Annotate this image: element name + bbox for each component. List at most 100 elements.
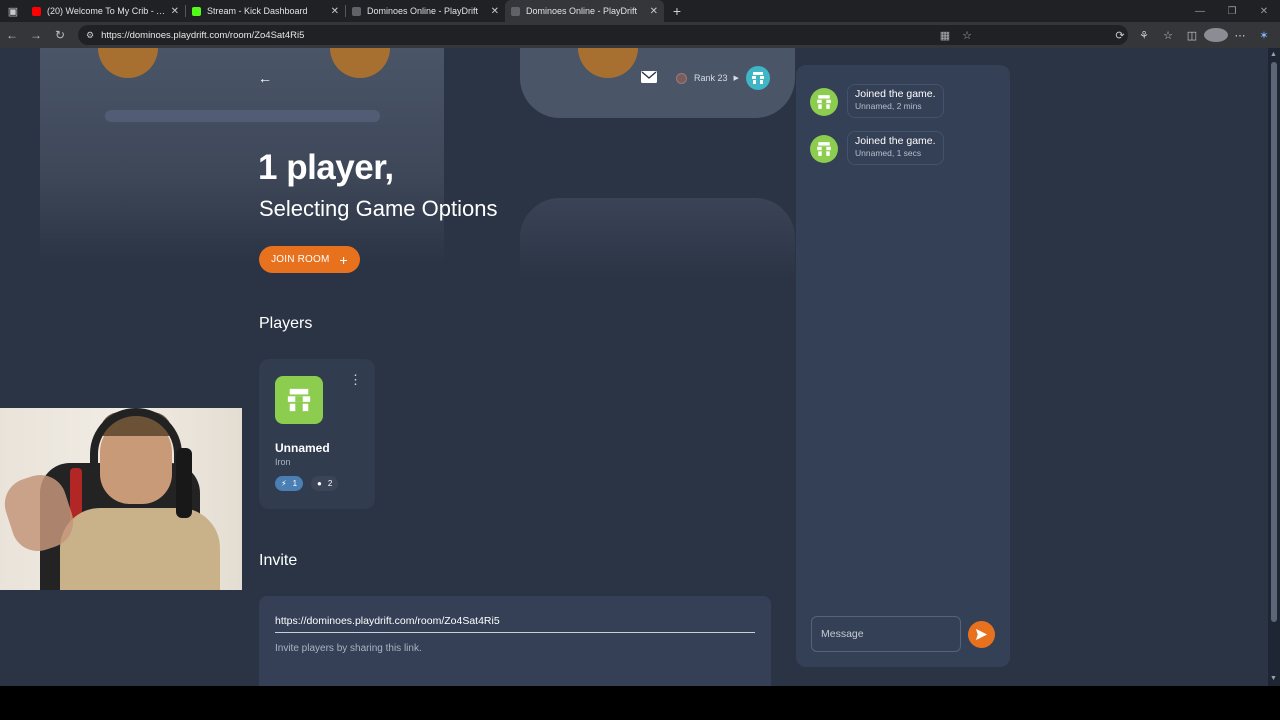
pixel-avatar-icon bbox=[752, 72, 764, 84]
invite-helper-text: Invite players by sharing this link. bbox=[275, 643, 422, 654]
app-available-icon[interactable]: ▦ bbox=[934, 29, 956, 42]
games-count: 2 bbox=[327, 479, 333, 488]
message-bubble: Joined the game. Unnamed, 1 secs bbox=[847, 131, 944, 165]
reload-icon[interactable]: ↻ bbox=[48, 22, 72, 48]
playdrift-favicon-icon bbox=[352, 6, 361, 16]
page-scrollbar[interactable]: ▲ ▼ bbox=[1268, 48, 1280, 686]
rank-label: Rank 23 bbox=[694, 73, 728, 83]
browser-tab-youtube[interactable]: (20) Welcome To My Crib - YouTube ✕ bbox=[26, 0, 185, 22]
invite-link-field[interactable]: https://dominoes.playdrift.com/room/Zo4S… bbox=[275, 615, 755, 633]
invite-heading: Invite bbox=[259, 552, 298, 569]
extensions-icon[interactable]: ⚘ bbox=[1132, 29, 1156, 42]
tab-title: Dominoes Online - PlayDrift bbox=[367, 6, 479, 16]
message-avatar bbox=[810, 88, 838, 116]
player-tier: Iron bbox=[275, 457, 291, 467]
message-avatar bbox=[810, 135, 838, 163]
letterbox-bar bbox=[0, 686, 1280, 720]
player-card[interactable]: ⋮ Unnamed Iron ⚡︎ 1 ● 2 bbox=[259, 359, 375, 509]
browser-tab-kick[interactable]: Stream - Kick Dashboard ✕ bbox=[186, 0, 345, 22]
gamepad-icon: ● bbox=[317, 479, 322, 488]
close-tab-icon[interactable]: ✕ bbox=[491, 6, 499, 17]
page-title: 1 player, bbox=[258, 148, 394, 187]
player-avatar bbox=[275, 376, 323, 424]
message-text: Joined the game. bbox=[855, 135, 936, 147]
scroll-down-icon[interactable]: ▼ bbox=[1270, 675, 1277, 682]
tab-actions-icon[interactable]: ▣ bbox=[0, 0, 26, 22]
tab-title: Dominoes Online - PlayDrift bbox=[526, 6, 638, 16]
mail-icon[interactable] bbox=[641, 71, 657, 83]
send-button[interactable] bbox=[968, 621, 995, 648]
chat-message: Joined the game. Unnamed, 2 mins bbox=[810, 84, 1000, 118]
browser-toolbar-actions: ⟳ ⚘ ☆ ◫ ⋯ ✶ bbox=[1108, 22, 1276, 48]
favorite-star-icon[interactable]: ☆ bbox=[956, 29, 978, 42]
rank-badge-icon bbox=[676, 72, 687, 84]
bolt-icon: ⚡︎ bbox=[281, 479, 287, 488]
forward-nav-icon[interactable]: → bbox=[24, 22, 48, 48]
join-room-button[interactable]: JOIN ROOM + bbox=[259, 246, 360, 273]
new-tab-icon[interactable]: + bbox=[664, 0, 690, 22]
back-nav-icon[interactable]: ← bbox=[0, 22, 24, 48]
pixel-avatar-icon bbox=[287, 388, 311, 412]
omnibox-actions: ▦ ☆ bbox=[934, 29, 978, 42]
close-tab-icon[interactable]: ✕ bbox=[171, 6, 179, 17]
chat-message: Joined the game. Unnamed, 1 secs bbox=[810, 131, 1000, 165]
restore-icon[interactable]: ❐ bbox=[1216, 0, 1248, 22]
favorites-icon[interactable]: ☆ bbox=[1156, 29, 1180, 42]
background-decoration bbox=[520, 198, 795, 278]
plus-icon: + bbox=[339, 251, 348, 268]
kick-favicon-icon bbox=[192, 6, 201, 16]
caret-right-icon: ▶ bbox=[733, 75, 739, 82]
close-tab-icon[interactable]: ✕ bbox=[650, 6, 658, 17]
webcam-microphone bbox=[176, 448, 192, 518]
join-room-label: JOIN ROOM bbox=[271, 254, 330, 265]
copilot-icon[interactable]: ✶ bbox=[1252, 29, 1276, 42]
player-name: Unnamed bbox=[275, 441, 330, 455]
message-meta: Unnamed, 2 mins bbox=[855, 101, 922, 111]
players-heading: Players bbox=[259, 315, 313, 332]
browser-tab-playdrift-active[interactable]: Dominoes Online - PlayDrift ✕ bbox=[505, 0, 664, 22]
games-stat-badge: ● 2 bbox=[311, 476, 339, 491]
user-avatar[interactable] bbox=[746, 66, 770, 90]
player-menu-kebab-icon[interactable]: ⋮ bbox=[349, 373, 362, 386]
window-controls: — ❐ ✕ bbox=[1184, 0, 1280, 22]
webcam-overlay bbox=[0, 408, 242, 590]
webcam-shirt bbox=[60, 508, 220, 590]
browser-tab-playdrift[interactable]: Dominoes Online - PlayDrift ✕ bbox=[346, 0, 505, 22]
refresh-extension-icon[interactable]: ⟳ bbox=[1108, 29, 1132, 42]
screen: ▣ (20) Welcome To My Crib - YouTube ✕ St… bbox=[0, 0, 1280, 720]
scrollbar-thumb[interactable] bbox=[1271, 62, 1277, 622]
back-arrow-icon[interactable]: ← bbox=[258, 70, 272, 86]
bolt-stat-badge: ⚡︎ 1 bbox=[275, 476, 304, 491]
message-meta: Unnamed, 1 secs bbox=[855, 148, 922, 158]
close-tab-icon[interactable]: ✕ bbox=[331, 6, 339, 17]
invite-card: https://dominoes.playdrift.com/room/Zo4S… bbox=[259, 596, 771, 686]
message-text: Joined the game. bbox=[855, 88, 936, 100]
address-bar[interactable]: ⚙ https://dominoes.playdrift.com/room/Zo… bbox=[78, 25, 1128, 45]
pixel-avatar-icon bbox=[817, 95, 831, 109]
message-input[interactable]: Message bbox=[811, 616, 961, 652]
page-subtitle: Selecting Game Options bbox=[259, 196, 498, 221]
playdrift-favicon-icon bbox=[511, 6, 520, 16]
tab-title: (20) Welcome To My Crib - YouTube bbox=[47, 6, 167, 16]
rank-button[interactable]: Rank 23 ▶ bbox=[671, 68, 743, 88]
message-placeholder: Message bbox=[821, 628, 864, 640]
page-content: ← Rank 23 ▶ 1 player, Selecting Game Opt… bbox=[0, 48, 1268, 686]
tab-title: Stream - Kick Dashboard bbox=[207, 6, 308, 16]
scroll-up-icon[interactable]: ▲ bbox=[1270, 51, 1277, 58]
browser-tab-strip: ▣ (20) Welcome To My Crib - YouTube ✕ St… bbox=[0, 0, 1280, 22]
message-bubble: Joined the game. Unnamed, 2 mins bbox=[847, 84, 944, 118]
more-menu-icon[interactable]: ⋯ bbox=[1228, 29, 1252, 42]
profile-icon[interactable] bbox=[1204, 28, 1228, 42]
minimize-icon[interactable]: — bbox=[1184, 0, 1216, 22]
background-decoration bbox=[105, 110, 380, 122]
site-info-icon[interactable]: ⚙ bbox=[86, 30, 94, 41]
browser-toolbar: ← → ↻ ⚙ https://dominoes.playdrift.com/r… bbox=[0, 22, 1280, 48]
send-icon bbox=[975, 628, 988, 641]
address-url[interactable]: https://dominoes.playdrift.com/room/Zo4S… bbox=[101, 30, 304, 41]
collections-icon[interactable]: ◫ bbox=[1180, 29, 1204, 42]
youtube-favicon-icon bbox=[32, 6, 41, 16]
pixel-avatar-icon bbox=[817, 142, 831, 156]
chat-panel: Joined the game. Unnamed, 2 mins Joined … bbox=[796, 65, 1010, 667]
close-window-icon[interactable]: ✕ bbox=[1248, 0, 1280, 22]
bolt-count: 1 bbox=[292, 479, 298, 488]
